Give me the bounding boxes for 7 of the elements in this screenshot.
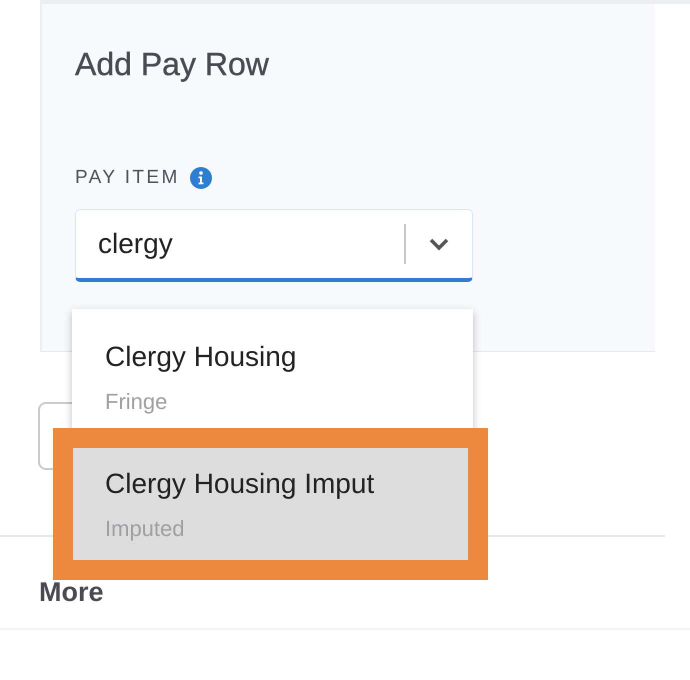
dropdown-option[interactable]: Clergy Housing Fringe <box>72 309 473 428</box>
field-label: PAY ITEM <box>75 167 180 189</box>
section-title: More <box>39 577 105 608</box>
info-icon[interactable] <box>190 167 212 189</box>
panel-title: Add Pay Row <box>75 46 270 83</box>
chevron-down-icon[interactable] <box>428 237 450 251</box>
pay-item-select[interactable]: clergy <box>75 209 473 282</box>
